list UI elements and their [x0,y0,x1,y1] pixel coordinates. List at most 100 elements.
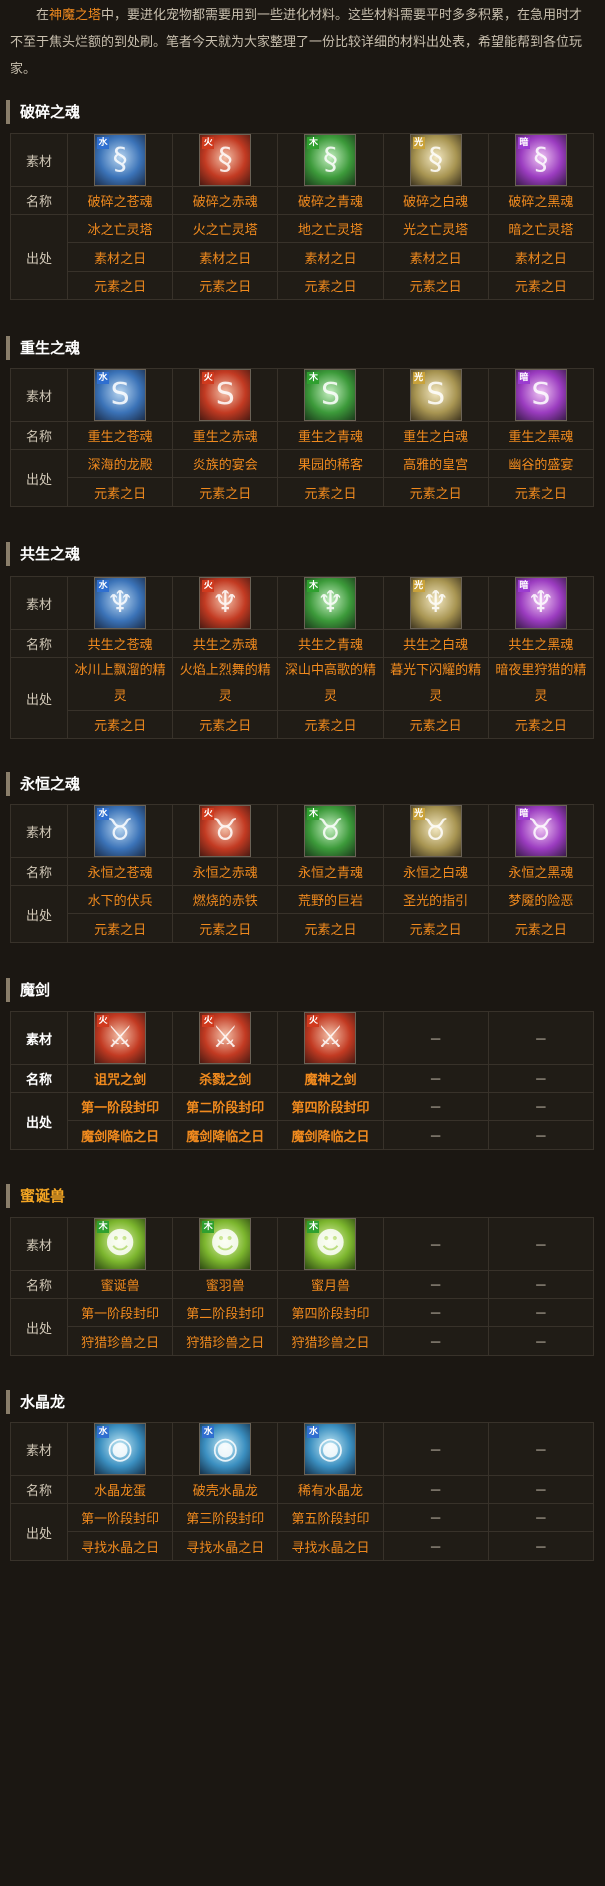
honey-moon-beast-icon[interactable]: ☻ 木 [304,1218,357,1270]
cursed-sword-icon[interactable]: ⚔ 火 [94,1012,147,1064]
source-link[interactable]: 火焰上烈舞的精灵 [172,657,279,711]
source-link[interactable]: 荒野的巨岩 [277,885,384,914]
gold-symbiosis-soul-icon[interactable]: ♆ 光 [409,577,462,629]
source-link[interactable]: 魔剑降临之日 [172,1120,279,1150]
source-link[interactable]: 元素之日 [382,271,489,300]
source-link[interactable]: 地之亡灵塔 [277,214,384,243]
source-link[interactable]: 幽谷的盛宴 [487,449,595,478]
source-link[interactable]: 寻找水晶之日 [172,1531,279,1561]
source-link[interactable]: 第一阶段封印 [66,1092,174,1121]
source-link[interactable]: 魔剑降临之日 [66,1120,174,1150]
source-link[interactable]: 元素之日 [66,710,174,739]
source-link[interactable]: 魔剑降临之日 [277,1120,384,1150]
demon-god-sword-icon[interactable]: ⚔ 火 [304,1012,357,1064]
source-link[interactable]: 元素之日 [172,271,279,300]
source-link[interactable]: 暗夜里狩猎的精灵 [487,657,595,711]
source-link[interactable]: 圣光的指引 [382,885,489,914]
killing-sword-icon[interactable]: ⚔ 火 [199,1012,252,1064]
material-label: 素材 [10,133,68,187]
material-cell: § 木 [277,133,384,187]
source-link[interactable]: 狩猎珍兽之日 [277,1326,384,1356]
element-badge-icon: 暗 [517,137,530,149]
red-dragon-soul-icon[interactable]: § 火 [199,134,252,186]
source-link[interactable]: 第二阶段封印 [172,1298,279,1327]
crystal-dragon-egg-icon[interactable]: ◉ 水 [94,1423,147,1475]
green-rebirth-soul-icon[interactable]: S木 [304,369,357,421]
gold-dragon-soul-icon[interactable]: § 光 [409,134,462,186]
gold-rebirth-soul-icon[interactable]: S光 [409,369,462,421]
source-link[interactable]: 光之亡灵塔 [382,214,489,243]
source-link[interactable]: 元素之日 [382,710,489,739]
source-link[interactable]: 元素之日 [66,477,174,507]
source-link[interactable]: 元素之日 [487,271,595,300]
source-link[interactable]: 第二阶段封印 [172,1092,279,1121]
honey-feather-beast-icon[interactable]: ☻ 木 [199,1218,252,1270]
red-eternal-soul-icon[interactable]: ♉ 火 [199,805,252,857]
purple-eternal-soul-icon[interactable]: ♉ 暗 [514,805,567,857]
source-link[interactable]: 元素之日 [277,477,384,507]
blue-eternal-soul-icon[interactable]: ♉ 水 [94,805,147,857]
source-link[interactable]: 第一阶段封印 [66,1298,174,1327]
source-link[interactable]: 元素之日 [382,913,489,943]
source-link[interactable]: 素材之日 [277,242,384,272]
source-link[interactable]: 第一阶段封印 [66,1503,174,1532]
rare-crystal-dragon-icon[interactable]: ◉ 水 [304,1423,357,1475]
source-link[interactable]: 元素之日 [487,477,595,507]
purple-symbiosis-soul-icon[interactable]: ♆ 暗 [514,577,567,629]
source-link[interactable]: 火之亡灵塔 [172,214,279,243]
source-link[interactable]: 深海的龙殿 [66,449,174,478]
source-link[interactable]: 元素之日 [66,913,174,943]
source-link[interactable]: 第四阶段封印 [277,1092,384,1121]
source-link[interactable]: 燃烧的赤铁 [172,885,279,914]
source-link[interactable]: 梦魇的险恶 [487,885,595,914]
source-link[interactable]: 水下的伏兵 [66,885,174,914]
blue-symbiosis-soul-icon[interactable]: ♆ 水 [94,577,147,629]
source-link[interactable]: 素材之日 [382,242,489,272]
source-link[interactable]: 高雅的皇宫 [382,449,489,478]
material-cell: ♆ 暗 [487,576,595,630]
hatched-crystal-dragon-icon[interactable]: ◉ 水 [199,1423,252,1475]
source-link[interactable]: 元素之日 [66,271,174,300]
source-link[interactable]: 素材之日 [172,242,279,272]
source-link[interactable]: 元素之日 [277,913,384,943]
source-link[interactable]: 狩猎珍兽之日 [66,1326,174,1356]
red-symbiosis-soul-icon[interactable]: ♆ 火 [199,577,252,629]
source-link[interactable]: 狩猎珍兽之日 [172,1326,279,1356]
source-link[interactable]: 第三阶段封印 [172,1503,279,1532]
gold-eternal-soul-icon[interactable]: ♉ 光 [409,805,462,857]
source-link[interactable]: 元素之日 [172,913,279,943]
red-rebirth-soul-icon[interactable]: S火 [199,369,252,421]
purple-rebirth-soul-icon[interactable]: S暗 [514,369,567,421]
source-link[interactable]: 元素之日 [382,477,489,507]
source-link[interactable]: 寻找水晶之日 [277,1531,384,1561]
source-link[interactable]: 元素之日 [172,477,279,507]
material-name: 共生之苍魂 [66,629,174,658]
green-dragon-soul-icon[interactable]: § 木 [304,134,357,186]
source-row: 元素之日 元素之日 元素之日 元素之日 元素之日 [11,913,595,943]
source-link[interactable]: 寻找水晶之日 [66,1531,174,1561]
source-link[interactable]: 暮光下闪耀的精灵 [382,657,489,711]
source-link[interactable]: 冰川上飘溜的精灵 [66,657,174,711]
source-link[interactable]: 果园的稀客 [277,449,384,478]
source-link[interactable]: 元素之日 [277,271,384,300]
source-link[interactable]: 炎族的宴会 [172,449,279,478]
blue-dragon-soul-icon[interactable]: § 水 [94,134,147,186]
honey-beast-icon[interactable]: ☻ 木 [94,1218,147,1270]
green-symbiosis-soul-icon[interactable]: ♆ 木 [304,577,357,629]
source-link[interactable]: 元素之日 [172,710,279,739]
source-link[interactable]: 元素之日 [487,913,595,943]
source-link[interactable]: 冰之亡灵塔 [66,214,174,243]
source-link[interactable]: 第四阶段封印 [277,1298,384,1327]
source-link[interactable]: 元素之日 [277,710,384,739]
game-title-link[interactable]: 神魔之塔 [49,8,101,23]
green-eternal-soul-icon[interactable]: ♉ 木 [304,805,357,857]
blue-rebirth-soul-icon[interactable]: S水 [94,369,147,421]
source-row: 出处 第一阶段封印 第二阶段封印 第四阶段封印－－ [10,1092,595,1150]
source-link[interactable]: 深山中高歌的精灵 [277,657,384,711]
source-link[interactable]: 元素之日 [487,710,595,739]
source-link[interactable]: 第五阶段封印 [277,1503,384,1532]
source-link[interactable]: 素材之日 [487,242,595,272]
source-link[interactable]: 暗之亡灵塔 [487,214,595,243]
source-link[interactable]: 素材之日 [66,242,174,272]
purple-dragon-soul-icon[interactable]: § 暗 [514,134,567,186]
